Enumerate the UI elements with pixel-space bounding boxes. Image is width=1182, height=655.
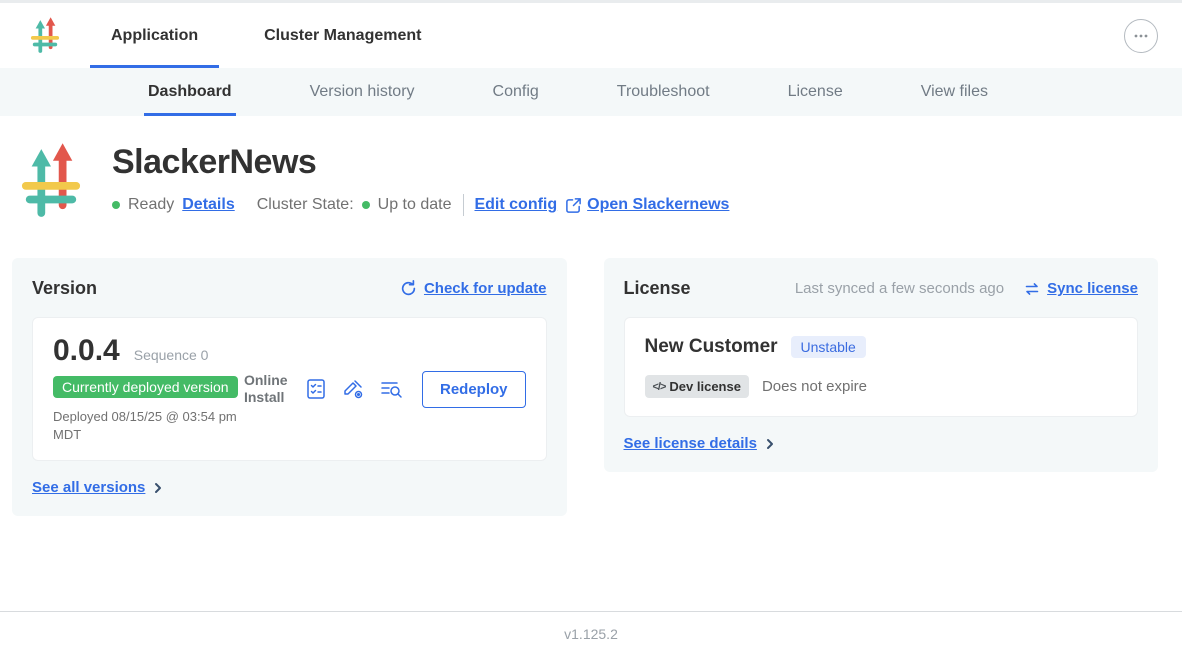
- expiration-label: Does not expire: [762, 378, 867, 395]
- license-type-badge: </> Dev license: [645, 375, 749, 398]
- subnav-troubleshoot-label: Troubleshoot: [617, 83, 710, 101]
- code-icon: </>: [653, 381, 666, 393]
- config-wrench-icon[interactable]: [341, 377, 365, 401]
- sync-icon: [1024, 281, 1040, 297]
- sync-license-group: Last synced a few seconds ago Sync licen…: [795, 280, 1138, 297]
- version-number-row: 0.0.4 Sequence 0: [53, 334, 244, 368]
- license-type-row: </> Dev license Does not expire: [645, 375, 1118, 398]
- preflight-logs-icon[interactable]: [378, 377, 404, 401]
- subnav-item-troubleshoot[interactable]: Troubleshoot: [615, 68, 712, 116]
- customer-row: New Customer Unstable: [645, 336, 1118, 358]
- subnav-item-view-files[interactable]: View files: [919, 68, 990, 116]
- license-panel: New Customer Unstable </> Dev license Do…: [624, 317, 1139, 417]
- customer-name: New Customer: [645, 336, 778, 358]
- ready-status-label: Ready: [128, 196, 174, 214]
- tab-cluster-management[interactable]: Cluster Management: [243, 3, 442, 68]
- overflow-menu-button[interactable]: [1124, 19, 1158, 53]
- chevron-right-icon: [764, 438, 776, 450]
- channel-badge: Unstable: [791, 336, 866, 358]
- footer: v1.125.2: [0, 611, 1182, 655]
- subnav-item-config[interactable]: Config: [491, 68, 541, 116]
- see-license-details-row: See license details: [624, 435, 1139, 452]
- cluster-state-label: Cluster State:: [257, 196, 354, 214]
- refresh-icon: [400, 280, 417, 297]
- details-link[interactable]: Details: [182, 196, 234, 214]
- version-info: 0.0.4 Sequence 0 Currently deployed vers…: [53, 334, 244, 444]
- subnav-item-license[interactable]: License: [786, 68, 845, 116]
- dashboard-cards: Version Check for update: [12, 258, 1158, 516]
- version-card: Version Check for update: [12, 258, 567, 516]
- app-subnav: Dashboard Version history Config Trouble…: [0, 68, 1182, 116]
- page-title: SlackerNews: [112, 144, 737, 181]
- app-status-row: Ready Details Cluster State: Up to date …: [112, 194, 737, 216]
- version-card-title: Version: [32, 278, 97, 299]
- subnav-item-dashboard[interactable]: Dashboard: [146, 68, 234, 116]
- open-app-link[interactable]: Open Slackernews: [587, 196, 729, 214]
- sequence-label: Sequence 0: [134, 347, 209, 363]
- last-synced-label: Last synced a few seconds ago: [795, 280, 1004, 297]
- subnav-view-files-label: View files: [921, 83, 988, 101]
- install-type-label: Online Install: [244, 372, 292, 407]
- subnav-config-label: Config: [493, 83, 539, 101]
- vertical-divider: [463, 194, 464, 216]
- app-logo-icon[interactable]: [30, 16, 60, 56]
- subnav-dashboard-label: Dashboard: [148, 83, 232, 101]
- app-header: SlackerNews Ready Details Cluster State:…: [0, 116, 1182, 222]
- cluster-state-value: Up to date: [378, 196, 452, 214]
- ready-status-dot: [112, 201, 120, 209]
- subnav-license-label: License: [788, 83, 843, 101]
- subnav-item-version-history[interactable]: Version history: [308, 68, 417, 116]
- subnav-version-history-label: Version history: [310, 83, 415, 101]
- console-version-label: v1.125.2: [564, 626, 618, 642]
- version-number: 0.0.4: [53, 334, 120, 368]
- tab-application[interactable]: Application: [90, 3, 219, 68]
- release-notes-icon[interactable]: [304, 377, 328, 401]
- redeploy-button[interactable]: Redeploy: [422, 371, 526, 408]
- check-update-group: Check for update: [400, 280, 547, 297]
- see-license-details-link[interactable]: See license details: [624, 435, 757, 452]
- license-card: License Last synced a few seconds ago Sy…: [604, 258, 1159, 472]
- sync-license-link[interactable]: Sync license: [1047, 280, 1138, 297]
- license-type-label: Dev license: [669, 379, 741, 394]
- admin-console-page: Application Cluster Management Dashboard…: [0, 0, 1182, 516]
- license-card-title: License: [624, 278, 691, 299]
- version-actions: Online Install: [244, 371, 526, 408]
- edit-config-link[interactable]: Edit config: [474, 196, 557, 214]
- cluster-state-dot: [362, 201, 370, 209]
- app-logo-large-icon: [20, 142, 82, 222]
- current-version-panel: 0.0.4 Sequence 0 Currently deployed vers…: [32, 317, 547, 461]
- deployed-timestamp: Deployed 08/15/25 @ 03:54 pm MDT: [53, 408, 244, 444]
- main-content: SlackerNews Ready Details Cluster State:…: [0, 116, 1182, 516]
- top-navbar: Application Cluster Management: [0, 3, 1182, 68]
- version-card-header: Version Check for update: [32, 278, 547, 299]
- license-card-header: License Last synced a few seconds ago Sy…: [624, 278, 1139, 299]
- app-header-text: SlackerNews Ready Details Cluster State:…: [112, 142, 737, 222]
- tab-application-label: Application: [111, 27, 198, 45]
- see-all-versions-link[interactable]: See all versions: [32, 479, 145, 496]
- top-tabs: Application Cluster Management: [90, 3, 442, 68]
- tab-cluster-management-label: Cluster Management: [264, 27, 421, 45]
- deployed-status-badge: Currently deployed version: [53, 376, 238, 398]
- check-for-update-link[interactable]: Check for update: [424, 280, 547, 297]
- chevron-right-icon: [152, 482, 164, 494]
- ellipsis-icon: [1132, 27, 1150, 45]
- see-all-versions-row: See all versions: [32, 479, 547, 496]
- external-link-icon: [565, 197, 582, 214]
